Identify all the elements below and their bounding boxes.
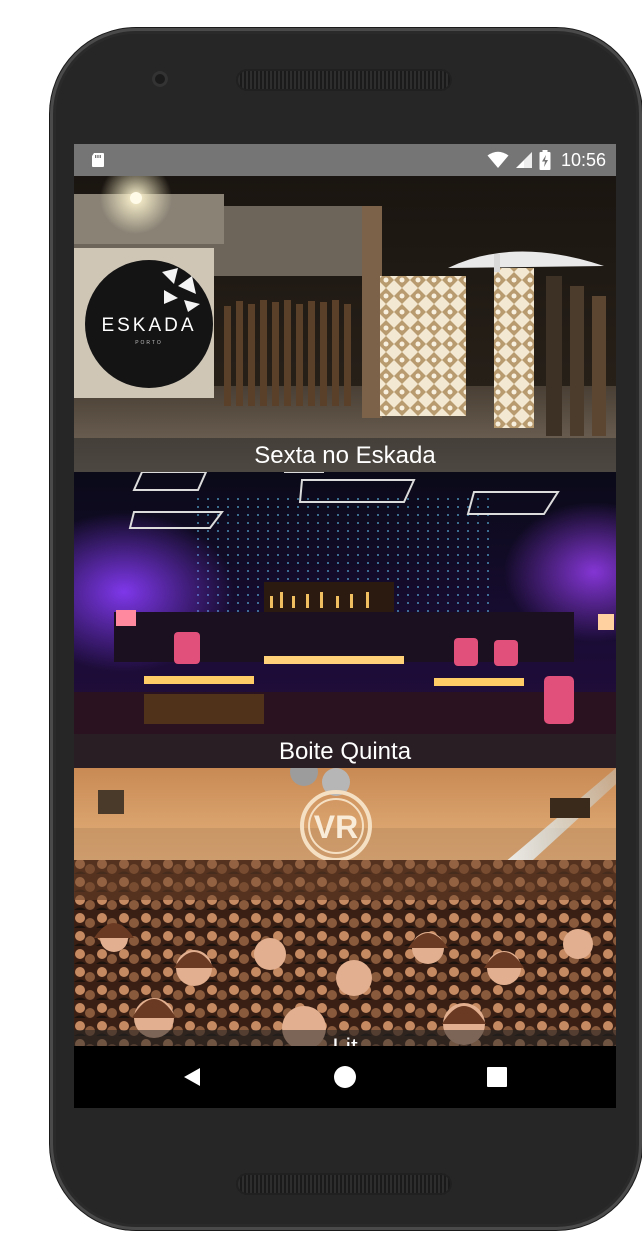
venue-title: Lit (74, 1030, 616, 1046)
eskada-logo-text: ESKADA (101, 315, 196, 336)
venue-card-eskada[interactable]: ESKADA PORTO Sexta no Eskada (74, 176, 616, 472)
venue-title: Boite Quinta (74, 734, 616, 768)
club-entrance-photo: ESKADA PORTO (74, 176, 616, 472)
venue-feed[interactable]: ESKADA PORTO Sexta no Eskada Boite Quint… (74, 176, 616, 1046)
vr-sign-text: VR (314, 809, 358, 845)
venue-card-boite-quinta[interactable]: Boite Quinta (74, 472, 616, 768)
recents-icon[interactable] (485, 1065, 509, 1089)
sd-card-icon (92, 153, 104, 167)
bottom-speaker (236, 1173, 452, 1195)
earpiece-speaker (236, 69, 452, 91)
home-icon[interactable] (333, 1065, 357, 1089)
status-clock: 10:56 (560, 149, 606, 170)
venue-card-lit[interactable]: VR Lit (74, 768, 616, 1046)
wifi-icon (487, 151, 509, 168)
eskada-logo-subtext: PORTO (135, 340, 163, 346)
crowd-party-photo: VR (74, 768, 616, 1046)
front-camera (152, 71, 168, 87)
device-screen: 10:56 ESKADA PORTO Sexta no Eskada Boite… (74, 144, 616, 1108)
nightclub-interior-photo (74, 472, 616, 768)
back-icon[interactable] (180, 1065, 204, 1089)
signal-icon (515, 152, 532, 168)
battery-charging-icon (539, 150, 551, 170)
venue-title: Sexta no Eskada (74, 438, 616, 472)
status-bar: 10:56 (74, 144, 616, 176)
navigation-bar (74, 1046, 616, 1108)
